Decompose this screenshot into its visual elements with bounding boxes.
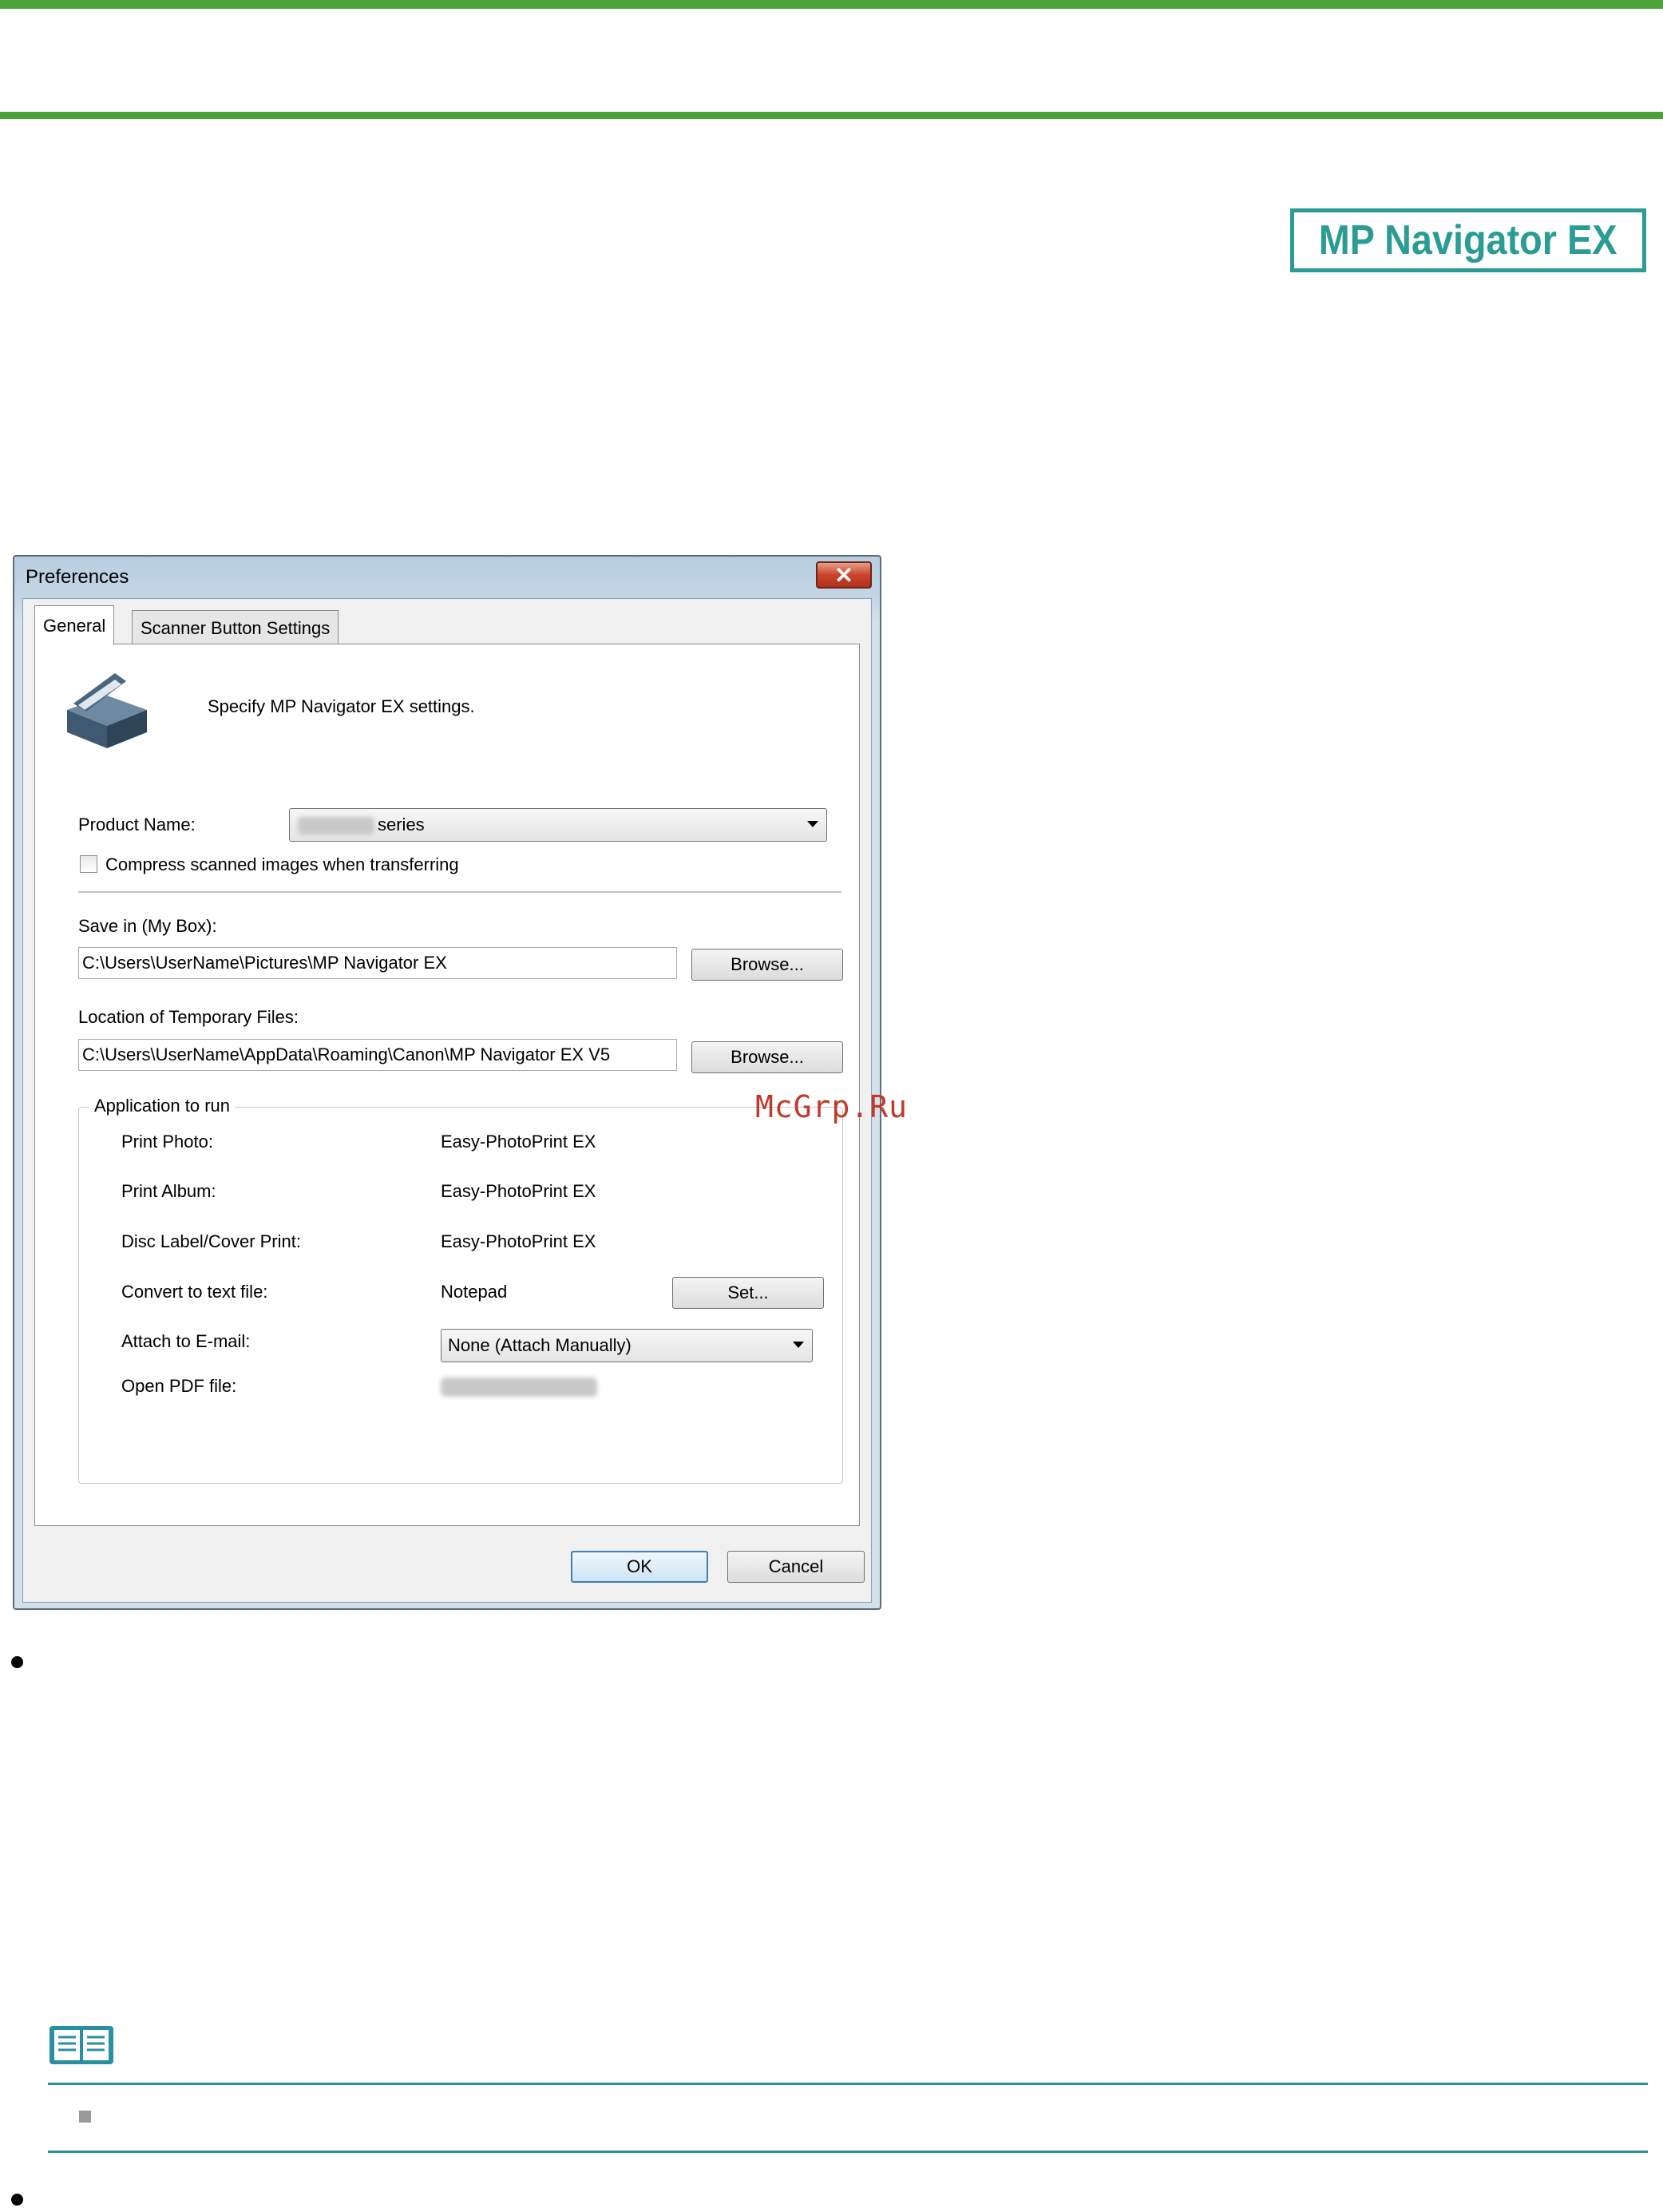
dialog-client: General Scanner Button Settings Specify …: [22, 598, 872, 1603]
scanner-icon: [67, 673, 147, 748]
save-in-label: Save in (My Box):: [78, 916, 217, 936]
cancel-button[interactable]: Cancel: [727, 1551, 865, 1583]
set-button[interactable]: Set...: [672, 1277, 824, 1309]
browse-temp-files-button[interactable]: Browse...: [691, 1041, 843, 1073]
disc-label-value: Easy-PhotoPrint EX: [441, 1231, 596, 1251]
ok-button-label: OK: [627, 1556, 652, 1576]
application-group-title: Application to run: [89, 1096, 235, 1116]
tab-general[interactable]: General: [34, 605, 115, 645]
attach-email-label: Attach to E-mail:: [121, 1331, 251, 1351]
note-top-rule: [48, 2083, 1648, 2085]
dialog-titlebar: Preferences ✕: [14, 557, 880, 598]
note-list-marker: [79, 2111, 91, 2123]
attach-email-dropdown[interactable]: None (Attach Manually): [441, 1329, 813, 1362]
set-button-label: Set...: [727, 1282, 769, 1302]
top-rule: [0, 0, 1663, 9]
compress-checkbox-label: Compress scanned images when transferrin…: [105, 854, 459, 874]
bullet-1: [11, 1656, 23, 1668]
watermark: McGrp.Ru: [755, 1089, 909, 1124]
browse-save-in-label: Browse...: [731, 954, 804, 974]
print-album-label: Print Album:: [121, 1181, 216, 1201]
attach-email-value: None (Attach Manually): [448, 1335, 632, 1355]
product-badge: MP Navigator EX: [1290, 208, 1646, 272]
save-in-field[interactable]: C:\Users\UserName\Pictures\MP Navigator …: [78, 947, 677, 979]
open-pdf-label: Open PDF file:: [121, 1376, 237, 1396]
convert-text-label: Convert to text file:: [121, 1282, 268, 1302]
print-photo-value: Easy-PhotoPrint EX: [441, 1132, 596, 1152]
header-rule: [0, 112, 1663, 119]
open-pdf-value: [441, 1378, 597, 1397]
bullet-2: [11, 2194, 23, 2206]
product-name-dropdown[interactable]: series: [289, 808, 827, 842]
compress-checkbox[interactable]: [80, 855, 97, 873]
general-panel: Specify MP Navigator EX settings. Produc…: [34, 644, 860, 1526]
cancel-button-label: Cancel: [768, 1556, 824, 1576]
print-photo-label: Print Photo:: [121, 1132, 213, 1152]
save-in-value: C:\Users\UserName\Pictures\MP Navigator …: [82, 953, 447, 973]
convert-text-value: Notepad: [441, 1282, 508, 1302]
ok-button[interactable]: OK: [571, 1551, 708, 1583]
chevron-down-icon: [807, 821, 818, 827]
temp-files-field[interactable]: C:\Users\UserName\AppData\Roaming\Canon\…: [78, 1039, 677, 1071]
browse-save-in-button[interactable]: Browse...: [691, 949, 843, 981]
disc-label-label: Disc Label/Cover Print:: [121, 1231, 301, 1251]
temp-files-value: C:\Users\UserName\AppData\Roaming\Canon\…: [82, 1045, 611, 1064]
tab-scanner-button-settings-label: Scanner Button Settings: [141, 617, 331, 638]
print-album-value: Easy-PhotoPrint EX: [441, 1181, 596, 1201]
tab-general-label: General: [43, 615, 106, 636]
redacted-model: [298, 817, 374, 834]
temp-files-label: Location of Temporary Files:: [78, 1007, 299, 1027]
preferences-dialog: Preferences ✕ General Scanner Button Set…: [13, 555, 881, 1610]
panel-description: Specify MP Navigator EX settings.: [208, 696, 475, 716]
browse-temp-files-label: Browse...: [731, 1047, 804, 1067]
separator: [78, 891, 841, 894]
dialog-title: Preferences: [26, 566, 129, 588]
chevron-down-icon: [793, 1342, 804, 1348]
product-badge-label: MP Navigator EX: [1319, 217, 1617, 264]
product-name-value: series: [378, 815, 425, 834]
close-icon[interactable]: ✕: [816, 561, 872, 589]
note-bottom-rule: [48, 2151, 1648, 2153]
product-name-label: Product Name:: [78, 815, 196, 834]
tab-scanner-button-settings[interactable]: Scanner Button Settings: [132, 610, 339, 645]
note-book-icon: [49, 2026, 113, 2064]
